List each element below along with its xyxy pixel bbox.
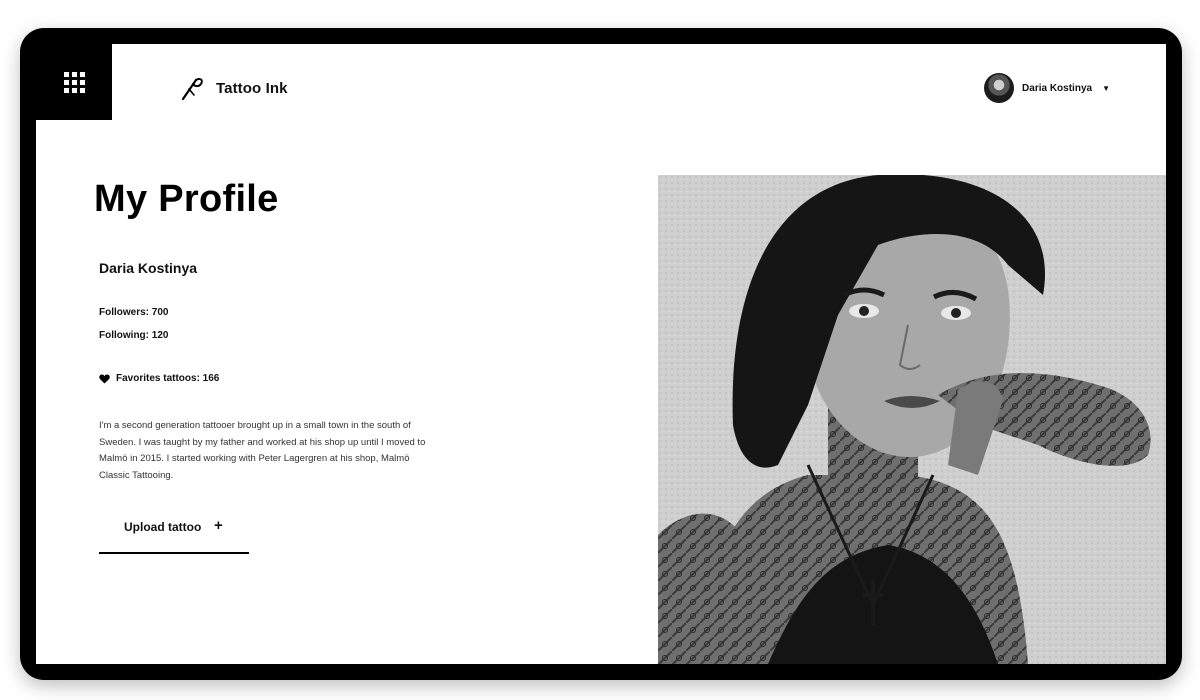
page-title: My Profile [94,178,279,220]
following-count[interactable]: Following: 120 [99,330,168,341]
needle-icon [181,77,203,101]
grid-icon [63,71,85,93]
app-name: Tattoo Ink [216,79,288,97]
user-menu[interactable]: Daria Kostinya ▼ [984,73,1110,103]
plus-icon: + [214,517,223,534]
logo[interactable]: Tattoo Ink [180,75,288,101]
followers-count[interactable]: Followers: 700 [99,307,168,318]
upload-tattoo-button[interactable]: Upload tattoo + [99,516,249,554]
caret-down-icon: ▼ [1102,83,1110,93]
profile-photo [658,175,1166,664]
user-name: Daria Kostinya [1022,82,1093,94]
heart-icon [99,374,110,384]
app-screen: Tattoo Ink Daria Kostinya ▼ My Profile D… [36,44,1166,664]
favorites-label: Favorites tattoos: 166 [116,373,220,384]
menu-button[interactable] [36,44,112,120]
profile-bio: I'm a second generation tattooer brought… [99,420,426,481]
upload-tattoo-label: Upload tattoo [124,520,202,534]
portrait-illustration [658,175,1166,664]
avatar[interactable] [984,73,1015,103]
profile-name: Daria Kostinya [99,260,198,276]
favorites-tattoos[interactable]: Favorites tattoos: 166 [99,373,219,384]
